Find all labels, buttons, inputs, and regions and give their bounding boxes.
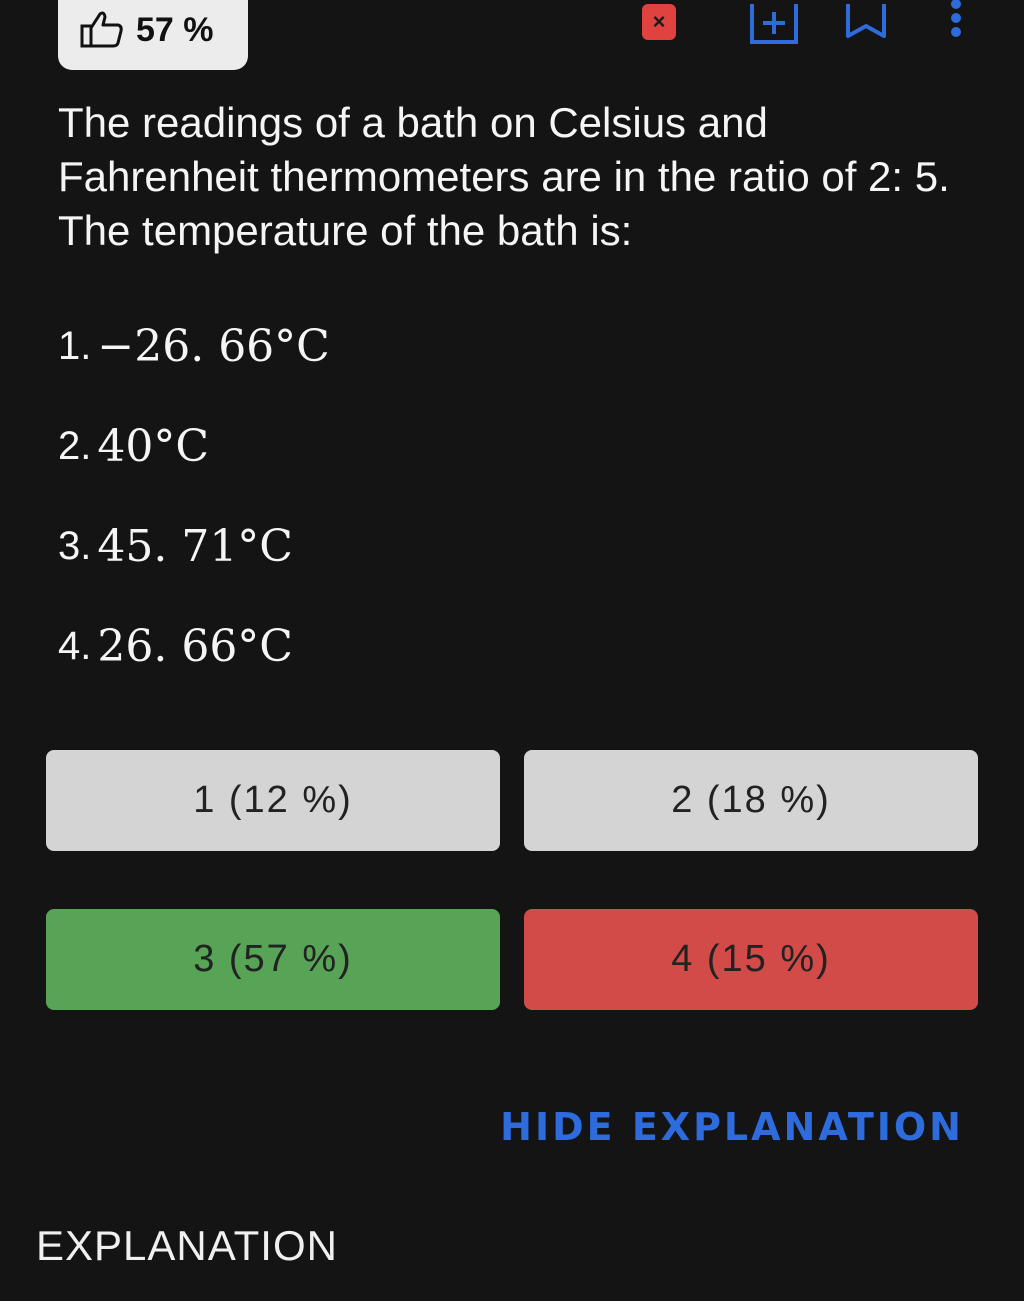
option-number: 1. [58, 323, 92, 368]
add-box-icon [750, 4, 798, 44]
option-3: 3. 45. 71°C [58, 496, 330, 596]
option-value: 40°C [97, 420, 210, 472]
option-2: 2. 40°C [58, 396, 330, 496]
answer-button-1[interactable]: 1 (12 %) [46, 750, 500, 851]
hide-explanation-button[interactable]: HIDE EXPLANATION [500, 1105, 964, 1149]
bookmark-button[interactable] [845, 4, 887, 45]
close-icon: × [652, 9, 666, 34]
like-percent: 57 % [136, 11, 214, 49]
like-badge[interactable]: 57 % [58, 0, 248, 70]
add-to-collection-button[interactable] [750, 4, 798, 49]
option-1: 1. −26. 66°C [58, 296, 330, 396]
answer-button-4[interactable]: 4 (15 %) [524, 909, 978, 1010]
option-number: 2. [58, 423, 92, 468]
option-number: 3. [58, 523, 92, 568]
question-text: The readings of a bath on Celsius and Fa… [58, 99, 950, 254]
options-list: 1. −26. 66°C 2. 40°C 3. 45. 71°C 4. 26. … [58, 296, 330, 696]
more-options-button[interactable] [948, 0, 964, 45]
option-value: 26. 66°C [97, 620, 293, 672]
option-value: −26. 66°C [97, 320, 330, 372]
explanation-heading: EXPLANATION [36, 1222, 338, 1269]
option-number: 4. [58, 623, 92, 668]
bookmark-icon [846, 4, 886, 38]
option-value: 45. 71°C [97, 520, 293, 572]
option-4: 4. 26. 66°C [58, 596, 330, 696]
answer-button-3[interactable]: 3 (57 %) [46, 909, 500, 1010]
thumbs-up-icon [80, 11, 123, 48]
more-vertical-icon [951, 0, 961, 37]
close-button[interactable]: × [642, 4, 676, 40]
answer-button-2[interactable]: 2 (18 %) [524, 750, 978, 851]
